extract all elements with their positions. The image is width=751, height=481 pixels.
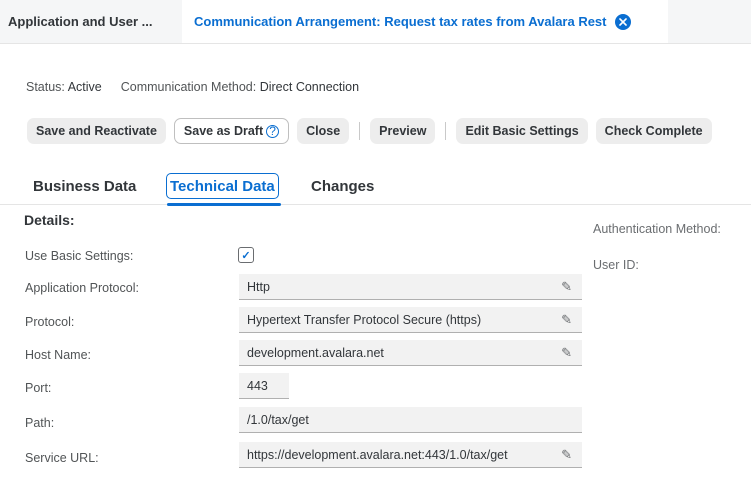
port-value: 443 — [247, 378, 268, 393]
help-icon[interactable]: ? — [266, 124, 280, 138]
edit-pencil-icon[interactable]: ✎ — [561, 345, 572, 361]
tab-communication-arrangement-label: Communication Arrangement: Request tax r… — [194, 14, 607, 29]
status-value: Active — [67, 80, 102, 94]
save-and-reactivate-button[interactable]: Save and Reactivate — [27, 118, 166, 144]
edit-pencil-icon[interactable]: ✎ — [561, 312, 572, 328]
close-button[interactable]: Close — [297, 118, 350, 144]
preview-button[interactable]: Preview — [370, 118, 436, 144]
service-url-value: https://development.avalara.net:443/1.0/… — [247, 447, 508, 462]
edit-pencil-icon[interactable]: ✎ — [561, 279, 572, 295]
details-title: Details: — [24, 212, 75, 228]
tab-business-data[interactable]: Business Data — [33, 173, 136, 199]
host-name-label: Host Name: — [25, 348, 91, 362]
edit-pencil-icon[interactable]: ✎ — [561, 447, 572, 463]
tab-technical-data[interactable]: Technical Data — [166, 173, 279, 199]
tab-application-and-user-label: Application and User ... — [8, 14, 153, 29]
edit-basic-settings-button[interactable]: Edit Basic Settings — [456, 118, 588, 144]
status-label: Status: — [26, 80, 65, 94]
service-url-label: Service URL: — [25, 451, 99, 465]
technical-data-section: Details: Use Basic Settings: ✓ Applicati… — [0, 206, 751, 481]
protocol-field[interactable]: Hypertext Transfer Protocol Secure (http… — [239, 307, 582, 333]
service-url-field[interactable]: https://development.avalara.net:443/1.0/… — [239, 442, 582, 468]
tab-changes[interactable]: Changes — [311, 173, 374, 199]
path-value: /1.0/tax/get — [247, 412, 309, 427]
status-line: Status: Active Communication Method: Dir… — [26, 80, 359, 94]
path-label: Path: — [25, 416, 55, 430]
user-id-label: User ID: — [593, 258, 639, 272]
protocol-value: Hypertext Transfer Protocol Secure (http… — [247, 312, 482, 327]
toolbar-separator — [359, 122, 361, 140]
port-field[interactable]: 443 — [239, 373, 289, 399]
tab-application-and-user[interactable]: Application and User ... — [0, 0, 182, 43]
port-label: Port: — [25, 381, 52, 395]
check-complete-button[interactable]: Check Complete — [595, 118, 712, 144]
host-name-field[interactable]: development.avalara.net ✎ — [239, 340, 582, 366]
communication-method-value: Direct Connection — [259, 80, 360, 94]
save-as-draft-label: Save as Draft — [183, 124, 264, 138]
authentication-method-label: Authentication Method: — [593, 222, 721, 236]
use-basic-settings-checkbox[interactable]: ✓ — [238, 247, 254, 263]
toolbar-separator — [445, 122, 447, 140]
object-header: Status: Active Communication Method: Dir… — [0, 44, 751, 206]
path-field[interactable]: /1.0/tax/get — [239, 407, 582, 433]
communication-method-label: Communication Method: — [120, 80, 257, 94]
application-protocol-label: Application Protocol: — [25, 281, 139, 295]
close-tab-icon[interactable] — [614, 13, 631, 30]
application-protocol-field[interactable]: Http ✎ — [239, 274, 582, 300]
header-toolbar: Save and Reactivate Save as Draft ? Clos… — [27, 118, 712, 144]
host-name-value: development.avalara.net — [247, 345, 384, 360]
protocol-label: Protocol: — [25, 315, 75, 329]
use-basic-settings-label: Use Basic Settings: — [25, 249, 134, 263]
save-as-draft-button[interactable]: Save as Draft ? — [173, 118, 290, 144]
section-tab-bar: Business Data Technical Data Changes — [0, 165, 751, 206]
app-tab-strip: Application and User ... Communication A… — [0, 0, 751, 44]
application-protocol-value: Http — [247, 279, 270, 294]
tab-communication-arrangement[interactable]: Communication Arrangement: Request tax r… — [182, 0, 668, 43]
